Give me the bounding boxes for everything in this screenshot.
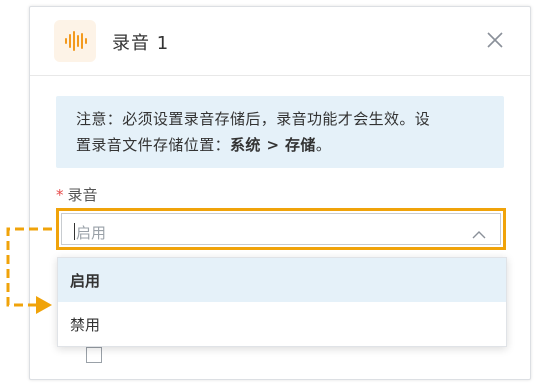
notice-line-2-suffix: 。 [315, 136, 332, 154]
select-input[interactable]: 启用 [61, 213, 501, 245]
notice-line-2: 置录音文件存储位置：系统 > 存储。 [76, 132, 488, 158]
field-label-text: 录音 [67, 186, 98, 204]
notice-line-1: 注意：必须设置录音存储后，录音功能才会生效。设 [76, 110, 431, 128]
partially-hidden-checkbox[interactable] [86, 347, 102, 363]
dialog-header: 录音 1 [30, 7, 530, 76]
storage-path: 系统 > 存储 [230, 136, 316, 154]
option-enable[interactable]: 启用 [58, 258, 506, 302]
recording-select[interactable]: 启用 [56, 208, 506, 250]
storage-notice: 注意：必须设置录音存储后，录音功能才会生效。设 置录音文件存储位置：系统 > 存… [56, 96, 504, 168]
option-disable[interactable]: 禁用 [58, 302, 506, 346]
text-caret [74, 223, 75, 240]
select-placeholder: 启用 [76, 224, 107, 242]
select-dropdown: 启用 禁用 [57, 257, 507, 347]
chevron-up-icon[interactable] [472, 225, 486, 239]
close-icon[interactable] [486, 31, 504, 49]
dialog-title: 录音 1 [112, 33, 170, 54]
callout-arrow [6, 227, 52, 314]
notice-line-2-prefix: 置录音文件存储位置： [76, 136, 231, 154]
